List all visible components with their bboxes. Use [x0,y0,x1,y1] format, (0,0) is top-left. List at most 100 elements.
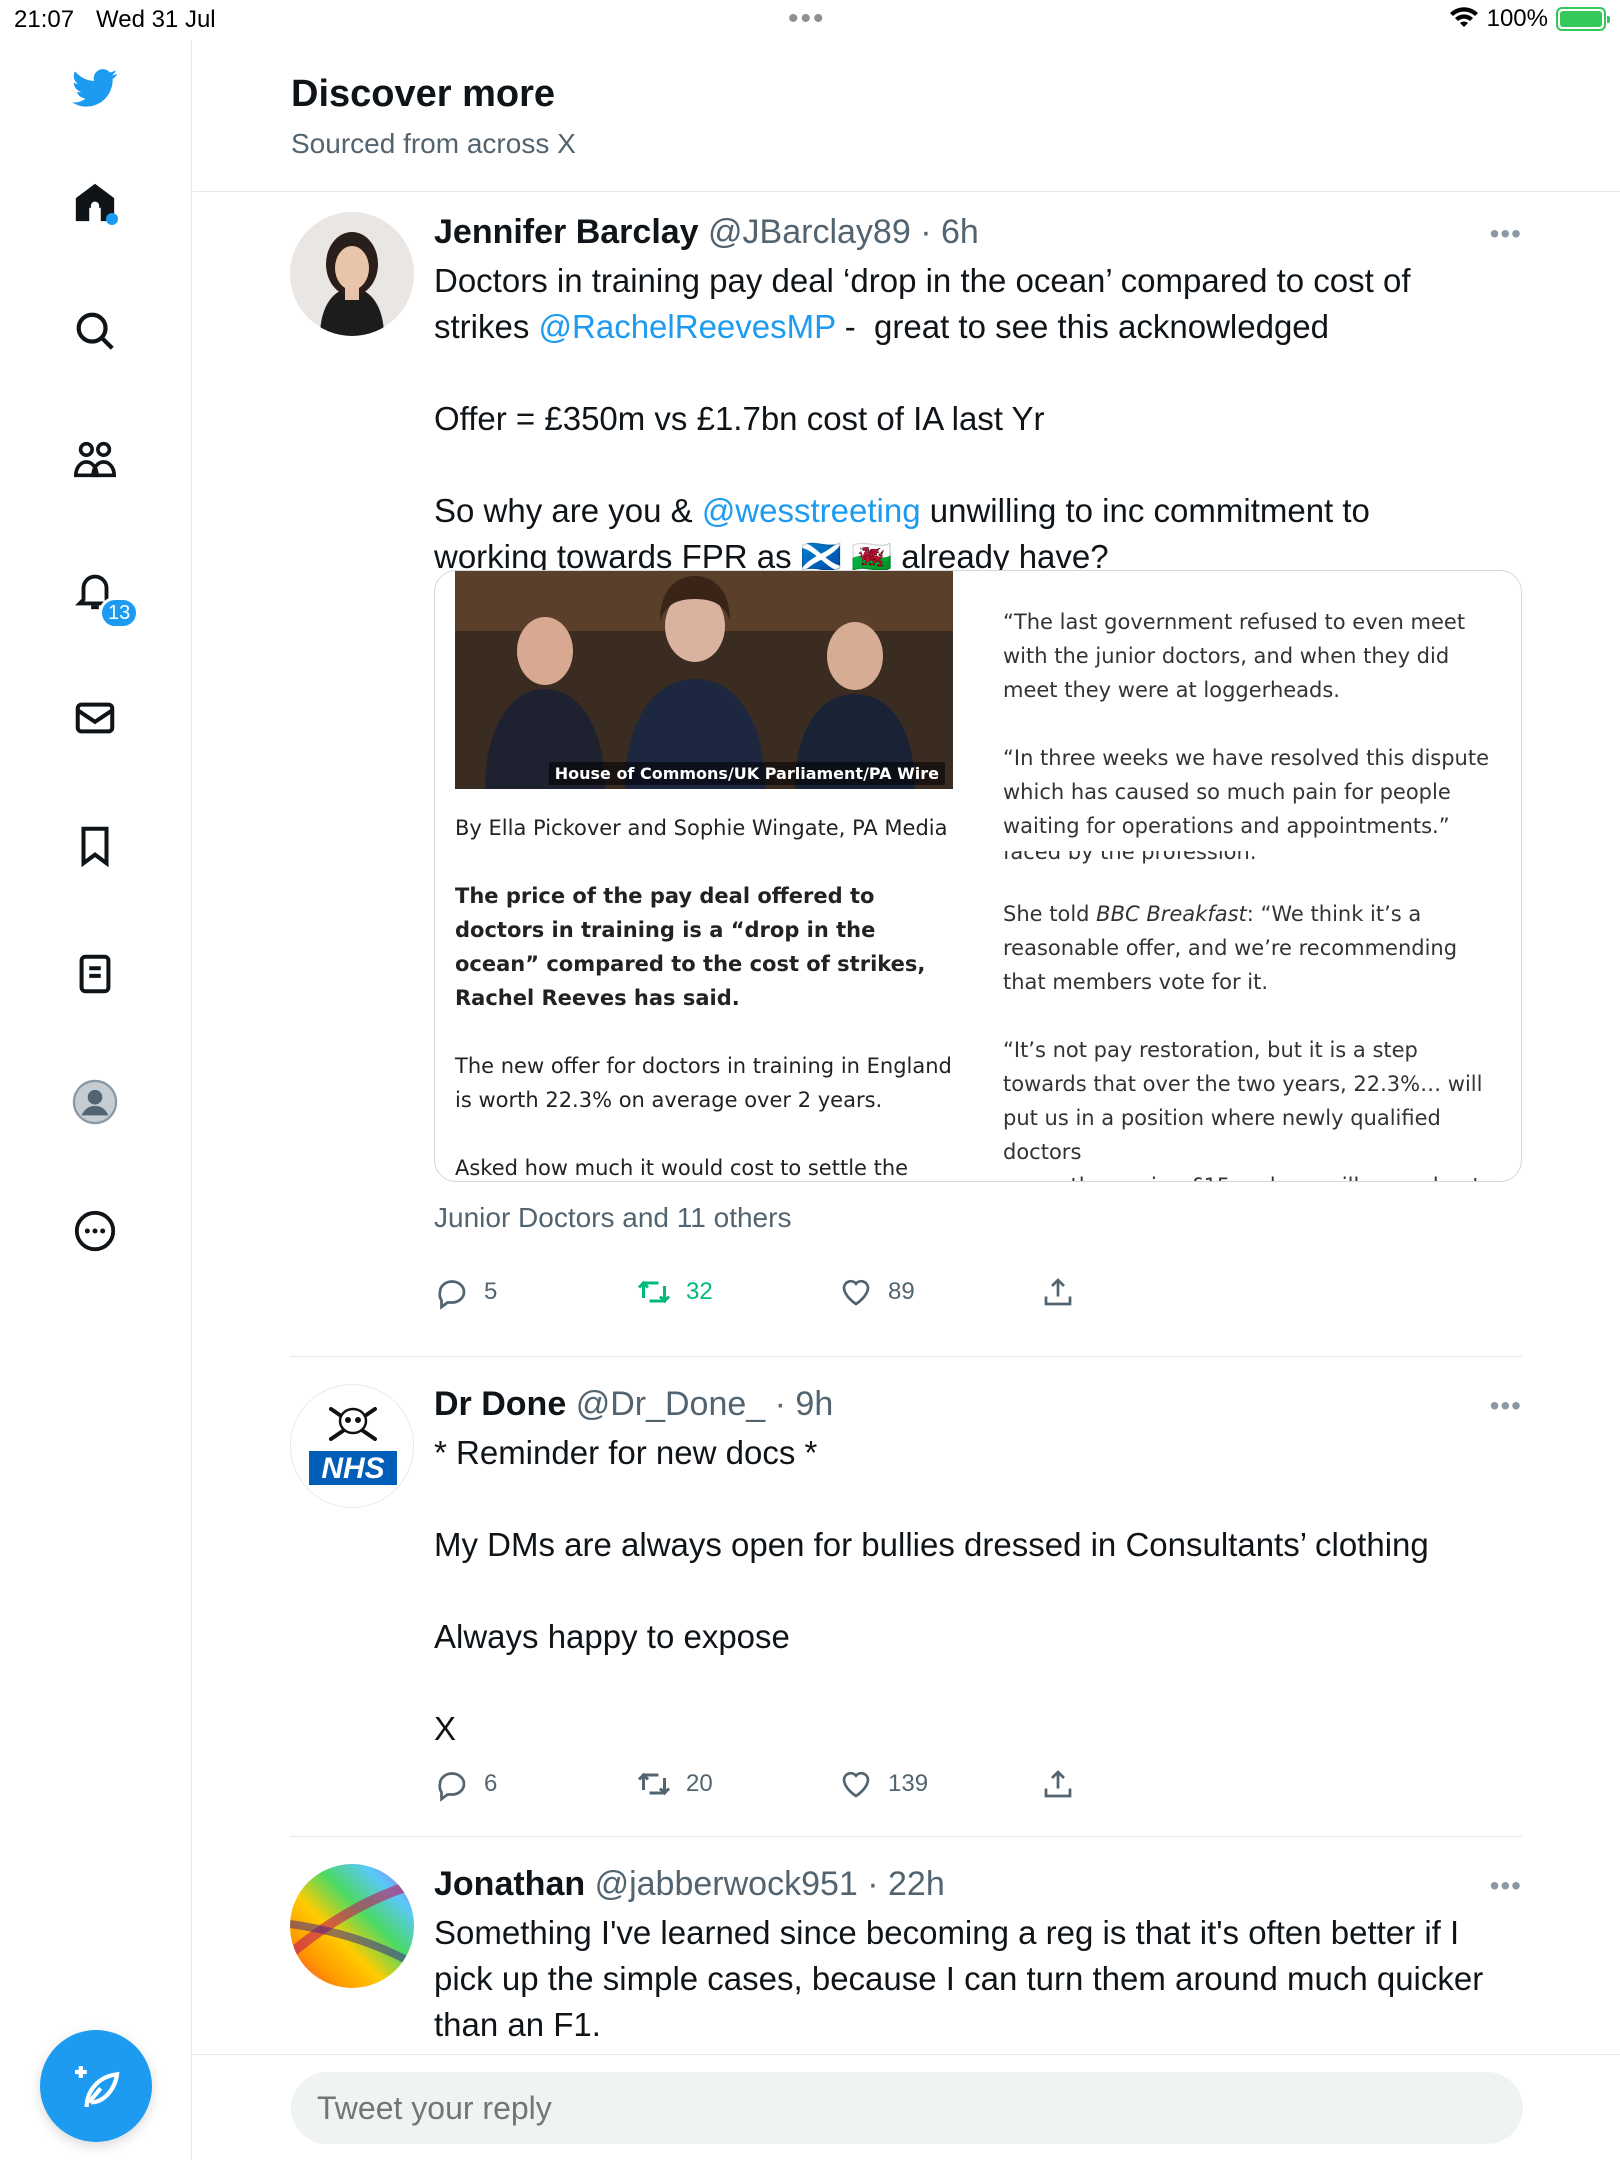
lists-icon[interactable] [71,950,119,998]
reply-count: 5 [484,1278,498,1305]
wifi-icon [1449,7,1478,27]
tweet-text-line: strikes [434,308,539,345]
retweet-count: 20 [686,1770,713,1797]
more-options-icon[interactable] [71,1207,119,1255]
tweet-time: 6h [940,213,979,251]
like-count: 139 [888,1770,929,1797]
tweet-divider [290,1836,1522,1837]
feather-plus-icon [75,2066,120,2108]
reply-input[interactable] [291,2072,1523,2144]
like-button[interactable]: 139 [838,1766,1040,1802]
communities-icon[interactable] [71,436,119,484]
reply-icon [438,1280,466,1310]
tweet[interactable]: Jonathan @jabberwock951 · 22h ••• Someth… [290,1864,1522,2054]
compose-tweet-button[interactable] [40,2030,152,2142]
mention-link[interactable]: @wesstreeting [702,492,921,529]
author-handle[interactable]: @JBarclay89 [708,213,911,251]
status-right: 100% [1449,5,1610,33]
author-name[interactable]: Jonathan [434,1865,585,1903]
tweet-text-line: Offer = £350m vs £1.7bn cost of IA last … [434,400,1045,437]
tweet-text-line: unwilling to inc commitment to [920,492,1370,529]
social-context[interactable]: Junior Doctors and 11 others [434,1202,791,1234]
article-lead: The price of the pay deal offered to doc… [455,884,926,1010]
tweet-text-line: So why are you & [434,492,702,529]
retweet-button[interactable]: 32 [636,1274,838,1310]
retweet-button[interactable]: 20 [636,1766,838,1802]
tweet-divider [290,1356,1522,1357]
share-button[interactable] [1040,1766,1242,1802]
article-quote: “It’s not pay restoration, but it is a s… [1003,1038,1483,1164]
heart-icon [842,1279,870,1306]
sidebar: 13 [0,40,192,2160]
article-screenshot-card[interactable]: House of Commons/UK Parliament/PA Wire B… [434,570,1522,1182]
more-options-icon[interactable]: ••• [1490,1870,1522,1902]
mention-link[interactable]: @RachelReevesMP [539,308,836,345]
messages-mail-icon[interactable] [71,694,119,742]
bookmarks-icon[interactable] [71,822,119,870]
article-byline: By Ella Pickover and Sophie Wingate, PA … [455,816,948,840]
avatar[interactable] [290,212,414,336]
tweet-actions: 5 32 89 [434,1274,1242,1310]
author-handle[interactable]: @Dr_Done_ [576,1385,766,1423]
reply-button[interactable]: 6 [434,1766,636,1802]
reply-count: 6 [484,1770,498,1797]
article-quote: “In three weeks we have resolved this di… [1003,746,1490,838]
page-header: Discover more Sourced from across X [193,40,1620,192]
like-count: 89 [888,1278,915,1305]
retweet-icon [637,1280,671,1304]
more-options-icon[interactable]: ••• [1490,1390,1522,1422]
notification-count-badge: 13 [99,597,140,629]
more-options-icon[interactable]: ••• [1490,218,1522,250]
status-time: 21:07 [14,6,75,33]
like-button[interactable]: 89 [838,1274,1040,1310]
article-paragraph: Asked how much it would cost to settle t… [455,1156,909,1180]
battery-percent: 100% [1486,5,1548,32]
heart-icon [842,1771,870,1798]
tweet[interactable]: NHS Dr Done @Dr_Done_ · 9h ••• * Reminde… [290,1384,1522,1804]
reply-button[interactable]: 5 [434,1274,636,1310]
tweet-text-line: Doctors in training pay deal ‘drop in th… [434,262,1411,299]
avatar[interactable] [290,1864,414,1988]
page-title: Discover more [291,73,556,115]
tweet-text-line: - great to see this acknowledged [835,308,1329,345]
tweet[interactable]: Jennifer Barclay @JBarclay89 · 6h ••• Do… [290,212,1522,1312]
author-handle[interactable]: @jabberwock951 [595,1865,858,1903]
article-paragraph: The new offer for doctors in training in… [455,1054,952,1112]
tweet-header: Dr Done @Dr_Done_ · 9h [434,1385,834,1423]
multitasking-dots-icon[interactable]: ••• [788,2,826,36]
article-fragment: faced by the profession. [1003,851,1257,864]
avatar[interactable]: NHS [290,1384,414,1508]
retweet-count: 32 [686,1278,713,1305]
article-text-italic: BBC Breakfast [1096,902,1247,926]
article-fragment: currently earning £15 an hour will earn … [1003,1169,1503,1181]
page-subtitle: Sourced from across X [291,128,576,159]
share-icon [1044,1278,1072,1306]
share-icon [1044,1770,1072,1798]
tweet-time: 9h [795,1385,834,1423]
status-bar: 21:07 Wed 31 Jul ••• 100% [0,0,1620,40]
reply-bar [193,2054,1620,2160]
tweet-time: 22h [888,1865,945,1903]
article-quote: “The last government refused to even mee… [1003,610,1466,702]
article-text: She told [1003,902,1097,926]
article-photo: House of Commons/UK Parliament/PA Wire [455,571,953,789]
tweet-text: Something I've learned since becoming a … [434,1914,1493,2043]
retweet-icon [637,1772,671,1796]
article-left-column: By Ella Pickover and Sophie Wingate, PA … [455,811,965,1181]
tweet-header: Jonathan @jabberwock951 · 22h [434,1865,945,1903]
tweet-text: * Reminder for new docs * My DMs are alw… [434,1434,1429,1747]
photo-caption: House of Commons/UK Parliament/PA Wire [548,762,945,785]
tweet-header: Jennifer Barclay @JBarclay89 · 6h [434,213,979,251]
share-button[interactable] [1040,1274,1242,1310]
avatar-nhs-text: NHS [321,1452,384,1485]
tweet-actions: 6 20 139 [434,1766,1242,1802]
twitter-logo-icon[interactable] [71,64,119,112]
tweet-text: Doctors in training pay deal ‘drop in th… [434,258,1522,580]
article-paragraph: She told BBC Breakfast: “We think it’s a… [1003,897,1503,999]
author-name[interactable]: Jennifer Barclay [434,213,699,251]
search-icon[interactable] [71,307,119,355]
profile-avatar-icon[interactable] [71,1078,119,1126]
author-name[interactable]: Dr Done [434,1385,566,1423]
article-right-column: “The last government refused to even mee… [1003,605,1503,1181]
battery-icon [1556,7,1610,31]
